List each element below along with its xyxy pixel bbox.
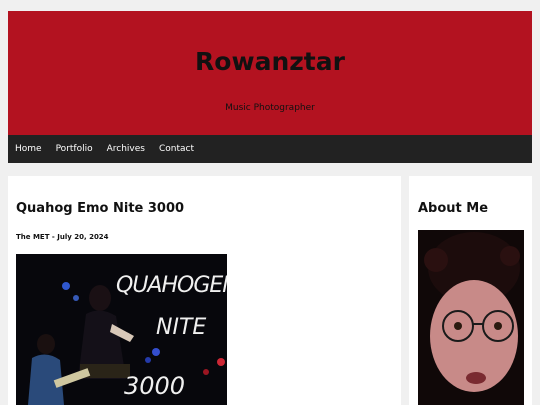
sidebar: About Me: [409, 176, 532, 405]
svg-text:3000: 3000: [124, 372, 185, 400]
post-meta: The MET - July 20, 2024: [16, 233, 109, 241]
svg-text:QUAHOGEMO: QUAHOGEMO: [116, 273, 227, 298]
about-me-photo: [418, 230, 524, 405]
concert-photo: QUAHOGEMO NITE 3000: [16, 254, 227, 405]
portrait-photo: [418, 230, 524, 405]
nav-item-contact[interactable]: Contact: [159, 144, 194, 154]
nav-item-archives[interactable]: Archives: [107, 144, 145, 154]
nav-item-home[interactable]: Home: [15, 144, 42, 154]
site-tagline: Music Photographer: [225, 103, 315, 113]
main-navigation: Home Portfolio Archives Contact: [8, 135, 532, 163]
post-content-area: Quahog Emo Nite 3000 The MET - July 20, …: [8, 176, 401, 405]
post-featured-image[interactable]: QUAHOGEMO NITE 3000: [16, 254, 227, 405]
svg-text:NITE: NITE: [156, 315, 206, 340]
nav-item-portfolio[interactable]: Portfolio: [56, 144, 93, 154]
about-me-title: About Me: [418, 201, 489, 216]
post-title[interactable]: Quahog Emo Nite 3000: [16, 201, 184, 216]
site-header: Rowanztar Music Photographer: [8, 11, 532, 135]
site-title[interactable]: Rowanztar: [8, 47, 532, 76]
